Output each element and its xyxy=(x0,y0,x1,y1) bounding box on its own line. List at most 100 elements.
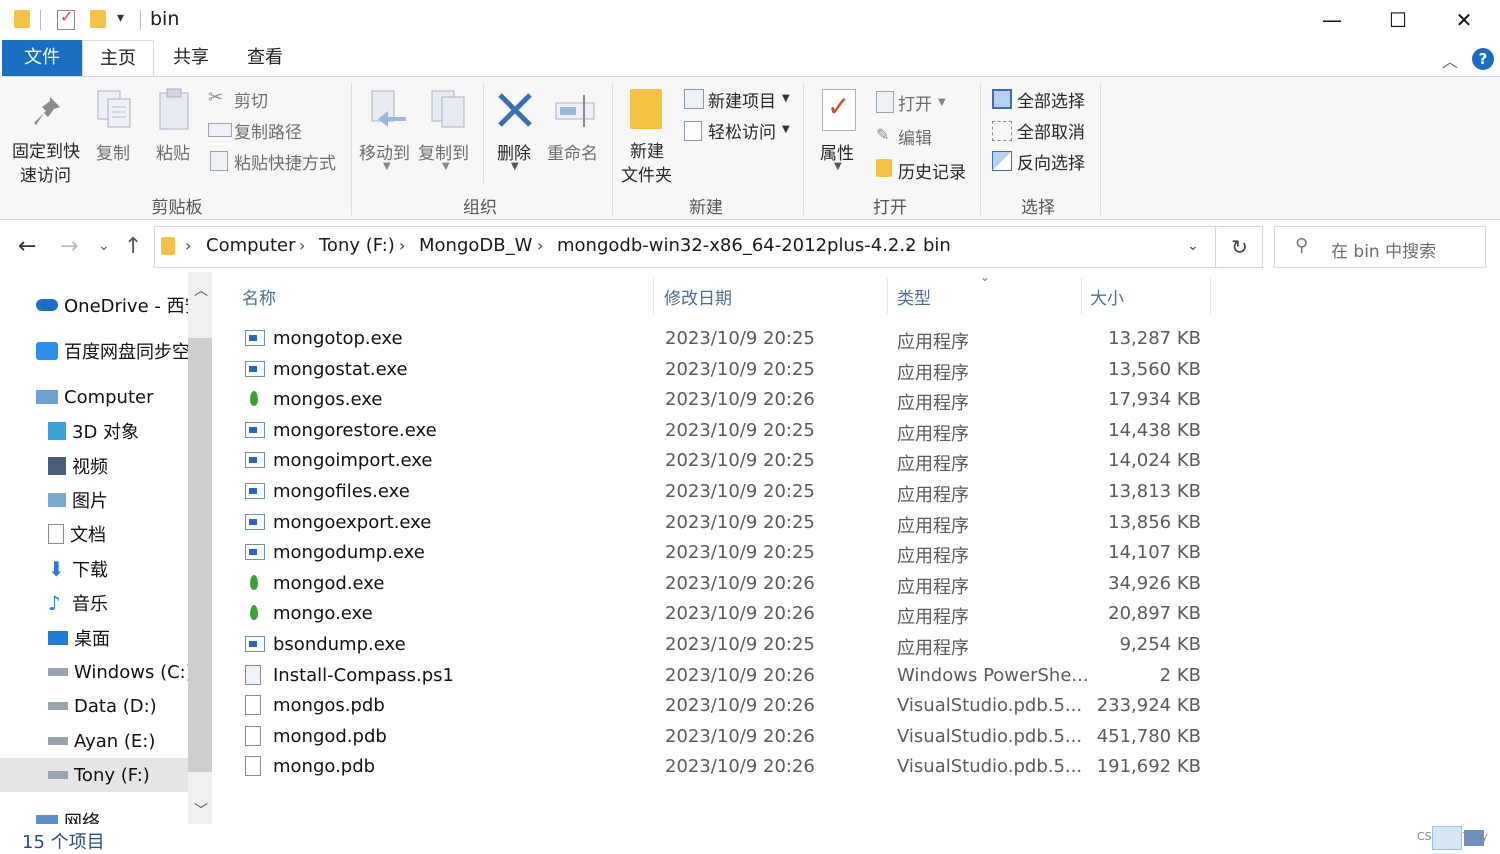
tab-view[interactable]: 查看 xyxy=(234,40,296,76)
nav-item-drive-d[interactable]: Data (D:) xyxy=(48,691,157,721)
table-row[interactable]: mongo.exe 2023/10/9 20:26 应用程序 20,897 KB xyxy=(240,599,1220,629)
chevron-right-icon[interactable]: › xyxy=(905,236,911,255)
paste-button[interactable]: 粘贴 xyxy=(156,139,190,164)
table-row[interactable]: mongodump.exe 2023/10/9 20:25 应用程序 14,107 K… xyxy=(240,538,1220,568)
paste-shortcut-button[interactable]: 粘贴快捷方式 xyxy=(234,149,336,174)
easy-access-dropdown-icon[interactable]: ▼ xyxy=(782,124,790,135)
quick-access-dropdown-icon[interactable]: ▾ xyxy=(117,10,124,26)
chevron-right-icon[interactable]: › xyxy=(185,236,191,255)
column-header-type[interactable]: 类型 xyxy=(897,284,931,309)
tab-file[interactable]: 文件 xyxy=(2,40,82,76)
select-all-button[interactable]: 全部选择 xyxy=(1017,87,1085,112)
copy-to-dropdown-icon[interactable]: ▼ xyxy=(442,161,450,172)
invert-selection-button[interactable]: 反向选择 xyxy=(1017,149,1085,174)
select-none-button[interactable]: 全部取消 xyxy=(1017,118,1085,143)
nav-item-drive-c[interactable]: Windows (C:) xyxy=(48,657,193,687)
open-dropdown-icon[interactable]: ▼ xyxy=(938,97,946,108)
table-row[interactable]: mongo.pdb 2023/10/9 20:26 VisualStudio.pdb… xyxy=(240,752,1220,782)
properties-dropdown-icon[interactable]: ▼ xyxy=(834,161,842,172)
rename-button[interactable]: 重命名 xyxy=(547,139,598,164)
move-to-dropdown-icon[interactable]: ▼ xyxy=(383,161,391,172)
chevron-right-icon[interactable]: › xyxy=(299,236,305,255)
cut-button[interactable]: 剪切 xyxy=(234,87,268,112)
nav-scrollbar-thumb[interactable] xyxy=(188,338,212,772)
collapse-ribbon-icon[interactable]: ︿ xyxy=(1442,48,1458,72)
details-view-icon[interactable] xyxy=(1432,826,1462,850)
table-row[interactable]: mongotop.exe 2023/10/9 20:25 应用程序 13,287 KB xyxy=(240,324,1220,354)
file-size: 34,926 KB xyxy=(1108,572,1201,594)
table-row[interactable]: mongorestore.exe 2023/10/9 20:25 应用程序 14,43… xyxy=(240,416,1220,446)
nav-item-baidu[interactable]: 百度网盘同步空 xyxy=(36,336,190,366)
table-row[interactable]: mongod.pdb 2023/10/9 20:26 VisualStudio.pd… xyxy=(240,722,1220,752)
open-button[interactable]: 打开 xyxy=(898,90,932,115)
table-row[interactable]: bsondump.exe 2023/10/9 20:25 应用程序 9,254 KB xyxy=(240,630,1220,660)
nav-item-onedrive[interactable]: OneDrive - 西安 xyxy=(36,290,203,320)
nav-item-computer[interactable]: Computer xyxy=(36,382,153,412)
forward-arrow-icon[interactable]: → xyxy=(60,234,78,259)
recent-locations-icon[interactable]: ⌄ xyxy=(98,238,110,254)
nav-item-drive-f[interactable]: Tony (F:) xyxy=(48,760,150,790)
new-folder-icon[interactable] xyxy=(90,10,106,28)
edit-button[interactable]: 编辑 xyxy=(898,124,932,149)
new-folder-button[interactable]: 新建 xyxy=(630,137,664,162)
scroll-down-icon[interactable]: ﹀ xyxy=(194,800,208,820)
nav-item-drive-e[interactable]: Ayan (E:) xyxy=(48,726,155,756)
new-item-button[interactable]: 新建项目 xyxy=(708,87,776,112)
breadcrumb-mongodb-version[interactable]: mongodb-win32-x86_64-2012plus-4.2.2 xyxy=(557,235,917,256)
address-bar[interactable]: › Computer › Tony (F:) › MongoDB_W › mon… xyxy=(154,226,1216,268)
pin-quick-access-button[interactable]: 固定到快 xyxy=(12,137,80,162)
file-type: 应用程序 xyxy=(897,485,969,506)
column-header-name[interactable]: 名称 xyxy=(242,284,276,309)
column-divider[interactable] xyxy=(887,278,888,314)
column-divider[interactable] xyxy=(1081,278,1082,314)
delete-dropdown-icon[interactable]: ▼ xyxy=(511,161,519,172)
tab-home[interactable]: 主页 xyxy=(82,40,154,78)
table-row[interactable]: mongostat.exe 2023/10/9 20:25 应用程序 13,560 K… xyxy=(240,355,1220,385)
table-row[interactable]: mongos.pdb 2023/10/9 20:26 VisualStudio.pd… xyxy=(240,691,1220,721)
group-divider xyxy=(1100,83,1101,215)
column-divider[interactable] xyxy=(1210,278,1211,314)
back-arrow-icon[interactable]: ← xyxy=(18,234,36,259)
help-icon[interactable]: ? xyxy=(1472,48,1494,70)
table-row[interactable]: mongoexport.exe 2023/10/9 20:25 应用程序 13,856… xyxy=(240,508,1220,538)
tab-share[interactable]: 共享 xyxy=(160,40,222,76)
history-button[interactable]: 历史记录 xyxy=(898,158,966,183)
breadcrumb-mongodb-w[interactable]: MongoDB_W xyxy=(419,235,532,256)
up-arrow-icon[interactable]: ↑ xyxy=(124,234,142,259)
breadcrumb-tony-drive[interactable]: Tony (F:) xyxy=(319,235,395,256)
chevron-right-icon[interactable]: › xyxy=(537,236,543,255)
easy-access-button[interactable]: 轻松访问 xyxy=(708,118,776,143)
copy-button[interactable]: 复制 xyxy=(96,139,130,164)
close-button[interactable]: ✕ xyxy=(1431,0,1497,40)
column-header-size[interactable]: 大小 xyxy=(1090,284,1124,309)
breadcrumb-computer[interactable]: Computer xyxy=(206,235,295,256)
maximize-button[interactable]: ☐ xyxy=(1365,0,1431,40)
table-row[interactable]: mongoimport.exe 2023/10/9 20:25 应用程序 14,024… xyxy=(240,446,1220,476)
scroll-up-icon[interactable]: ︿ xyxy=(194,280,208,300)
minimize-button[interactable]: — xyxy=(1299,0,1365,40)
large-icons-view-icon[interactable] xyxy=(1464,830,1484,846)
column-divider[interactable] xyxy=(653,278,654,314)
chevron-right-icon[interactable]: › xyxy=(399,236,405,255)
refresh-icon[interactable]: ↻ xyxy=(1217,226,1263,268)
nav-item-downloads[interactable]: ⬇ 下载 xyxy=(48,554,108,584)
nav-item-desktop[interactable]: 桌面 xyxy=(48,623,110,653)
nav-item-documents[interactable]: 文档 xyxy=(48,519,106,549)
search-input[interactable]: ⚲ 在 bin 中搜索 xyxy=(1274,226,1486,268)
new-item-dropdown-icon[interactable]: ▼ xyxy=(782,93,790,104)
table-row[interactable]: mongod.exe 2023/10/9 20:26 应用程序 34,926 KB xyxy=(240,569,1220,599)
copy-path-button[interactable]: 复制路径 xyxy=(234,118,302,143)
table-row[interactable]: Install-Compass.ps1 2023/10/9 20:26 Window… xyxy=(240,661,1220,691)
nav-item-network[interactable]: 网络 xyxy=(36,806,100,824)
properties-check-icon[interactable]: ✓ xyxy=(57,7,75,30)
column-header-date[interactable]: 修改日期 xyxy=(664,284,732,309)
file-date: 2023/10/9 20:26 xyxy=(665,756,815,778)
nav-item-music[interactable]: ♪ 音乐 xyxy=(48,588,108,618)
nav-item-pictures[interactable]: 图片 xyxy=(48,485,108,515)
breadcrumb-bin[interactable]: bin xyxy=(923,235,951,256)
table-row[interactable]: mongofiles.exe 2023/10/9 20:25 应用程序 13,813 … xyxy=(240,477,1220,507)
table-row[interactable]: mongos.exe 2023/10/9 20:26 应用程序 17,934 KB xyxy=(240,385,1220,415)
address-history-dropdown-icon[interactable]: ⌄ xyxy=(1187,238,1199,254)
nav-item-videos[interactable]: 视频 xyxy=(48,451,108,481)
nav-item-3d-objects[interactable]: 3D 对象 xyxy=(48,416,139,446)
